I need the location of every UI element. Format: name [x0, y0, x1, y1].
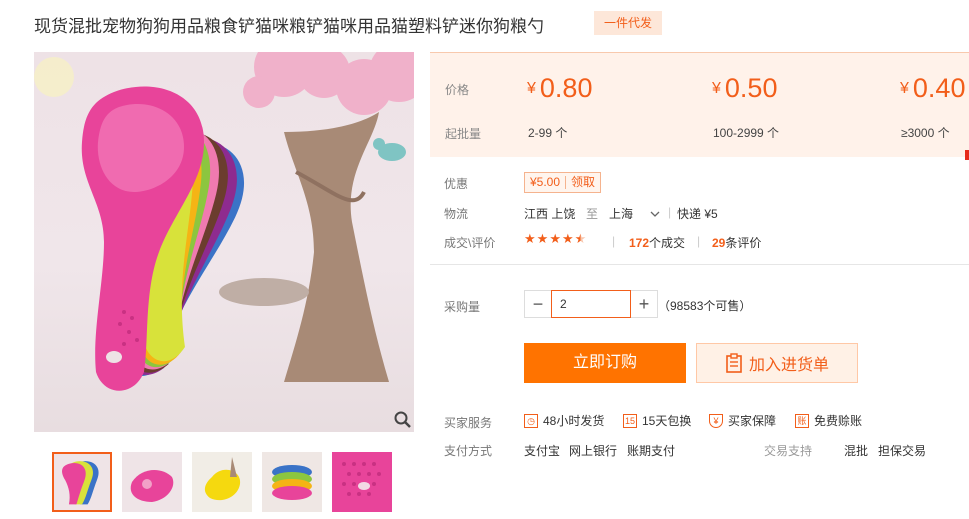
deals-link[interactable]: 172个成交	[629, 234, 685, 251]
review-divider: |	[612, 234, 616, 248]
services-label: 买家服务	[444, 416, 493, 430]
trade-support-label: 交易支持	[764, 444, 813, 458]
thumbnail-1[interactable]	[52, 452, 112, 512]
price-tier-2: ¥0.50	[712, 73, 778, 103]
reviews-label: 成交\评价	[444, 236, 496, 250]
trade-escrow: 担保交易	[878, 444, 927, 458]
zoom-icon[interactable]	[392, 409, 414, 431]
review-count: 29	[712, 236, 726, 250]
buy-now-button[interactable]: 立即订购	[524, 343, 686, 383]
payment-label: 支付方式	[444, 444, 493, 458]
quantity-stepper: − 2 +	[524, 290, 658, 318]
trade-mixed: 混批	[844, 444, 869, 458]
star-icon: ★	[549, 231, 561, 246]
quantity-label: 采购量	[444, 300, 481, 314]
main-product-image[interactable]	[34, 52, 414, 432]
service-credit[interactable]: 账 免费赊账	[795, 412, 862, 429]
clock-icon: ◷	[524, 413, 538, 428]
thumbnail-3[interactable]	[192, 452, 252, 512]
tier-2-range: 100-2999 个	[713, 126, 780, 140]
price-tier-1: ¥0.80	[527, 73, 593, 103]
coupon-button[interactable]: ¥5.00 领取	[524, 172, 602, 193]
stock-text: （98583个可售）	[658, 299, 752, 313]
receipt-icon: 账	[795, 413, 809, 428]
deals-count: 172	[629, 236, 650, 250]
review-divider-2: |	[697, 234, 701, 248]
review-text: 条评价	[725, 236, 762, 250]
coupon-claim[interactable]: 领取	[566, 173, 600, 192]
add-to-list-label: 加入进货单	[748, 357, 829, 374]
reviews-link[interactable]: 29条评价	[712, 234, 761, 251]
price-label: 价格	[445, 83, 470, 97]
dropship-badge[interactable]: 一件代发	[594, 11, 662, 35]
star-icon: ★	[536, 231, 549, 246]
shield-icon: ¥	[709, 413, 723, 428]
add-to-list-button[interactable]: 加入进货单	[696, 343, 858, 383]
logistics-divider: |	[668, 205, 672, 219]
thumbnail-4[interactable]	[262, 452, 322, 512]
deals-text: 个成交	[649, 236, 686, 250]
ship-to-select[interactable]: 上海	[609, 205, 660, 222]
logistics-label: 物流	[444, 207, 469, 221]
quantity-input[interactable]: 2	[551, 290, 631, 318]
thumbnail-2[interactable]	[122, 452, 182, 512]
star-icon: ★	[561, 231, 574, 246]
tier-1-range: 2-99 个	[528, 126, 568, 140]
half-star-icon: ★	[574, 231, 587, 246]
clipboard-icon	[726, 353, 742, 373]
rating-stars[interactable]: ★ ★ ★ ★ ★	[524, 232, 586, 246]
service-credit-text: 免费赊账	[814, 414, 863, 428]
discount-label: 优惠	[444, 177, 469, 191]
tier-3-range: ≥3000 个	[901, 126, 950, 140]
decrement-button[interactable]: −	[524, 290, 552, 318]
thumbnail-5[interactable]	[332, 452, 392, 512]
payment-bank: 网上银行	[569, 444, 618, 458]
service-48h[interactable]: ◷ 48小时发货	[524, 412, 604, 429]
service-protection-text: 买家保障	[728, 414, 777, 428]
moq-label: 起批量	[445, 127, 482, 141]
scroll-marker	[965, 150, 969, 160]
payment-alipay: 支付宝	[524, 444, 561, 458]
service-15days[interactable]: 15 15天包换	[623, 412, 691, 429]
section-divider	[430, 264, 969, 265]
ship-to-value: 上海	[609, 207, 634, 221]
coupon-amount: ¥5.00	[530, 175, 561, 189]
chevron-down-icon	[650, 211, 660, 217]
price-panel: 价格 起批量 ¥0.80 2-99 个 ¥0.50 100-2999 个 ¥0.…	[430, 52, 969, 157]
15-days-icon: 15	[623, 413, 637, 428]
service-48h-text: 48小时发货	[543, 414, 605, 428]
ship-from: 江西 上饶	[524, 207, 576, 221]
ship-to-word: 至	[586, 207, 599, 221]
increment-button[interactable]: +	[630, 290, 658, 318]
shipping-cost: 快递 ¥5	[677, 207, 718, 221]
service-15days-text: 15天包换	[642, 414, 692, 428]
star-icon: ★	[524, 231, 536, 246]
product-title: 现货混批宠物狗狗用品粮食铲猫咪粮铲猫咪用品猫塑料铲迷你狗粮勺	[34, 17, 544, 36]
payment-credit: 账期支付	[627, 444, 676, 458]
price-tier-3: ¥0.40	[900, 73, 966, 103]
service-protection[interactable]: ¥ 买家保障	[709, 412, 776, 429]
